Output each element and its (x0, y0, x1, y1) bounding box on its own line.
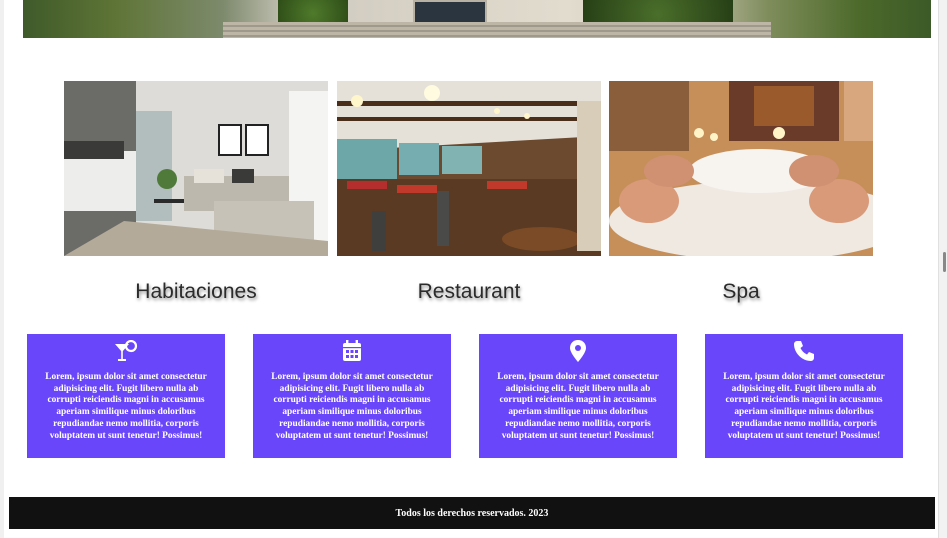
hero-steps (223, 22, 771, 38)
footer-text: Todos los derechos reservados. 2023 (395, 507, 549, 519)
caption-habitaciones[interactable]: Habitaciones (64, 280, 328, 304)
feature-card-calendar: Lorem, ipsum dolor sit amet consectetur … (253, 334, 451, 458)
feature-card-drinks: Lorem, ipsum dolor sit amet consectetur … (27, 334, 225, 458)
feature-text: Lorem, ipsum dolor sit amet consectetur … (723, 372, 885, 441)
feature-text: Lorem, ipsum dolor sit amet consectetur … (45, 372, 207, 441)
bedroom-photo (64, 81, 328, 256)
hero-bush (583, 0, 733, 24)
rooms-photo[interactable] (64, 81, 328, 256)
restaurant-photo-image (337, 81, 601, 256)
cocktail-icon (27, 340, 225, 362)
hero-image (23, 0, 931, 38)
spa-photo[interactable] (609, 81, 873, 256)
restaurant-photo[interactable] (337, 81, 601, 256)
feature-card-location: Lorem, ipsum dolor sit amet consectetur … (479, 334, 677, 458)
caption-restaurant[interactable]: Restaurant (337, 280, 601, 304)
phone-icon (705, 340, 903, 362)
feature-text: Lorem, ipsum dolor sit amet consectetur … (497, 372, 659, 441)
scrollbar[interactable] (938, 0, 947, 538)
feature-card-phone: Lorem, ipsum dolor sit amet consectetur … (705, 334, 903, 458)
scrollbar-thumb[interactable] (943, 252, 946, 272)
hero-bush (278, 0, 348, 22)
calendar-icon (253, 340, 451, 362)
map-pin-icon (479, 340, 677, 362)
spa-photo-image (609, 81, 873, 256)
footer: Todos los derechos reservados. 2023 (9, 497, 935, 529)
caption-spa[interactable]: Spa (609, 280, 873, 304)
feature-text: Lorem, ipsum dolor sit amet consectetur … (271, 372, 433, 441)
page: Habitaciones Restaurant Spa Lorem, ipsum… (4, 0, 939, 538)
